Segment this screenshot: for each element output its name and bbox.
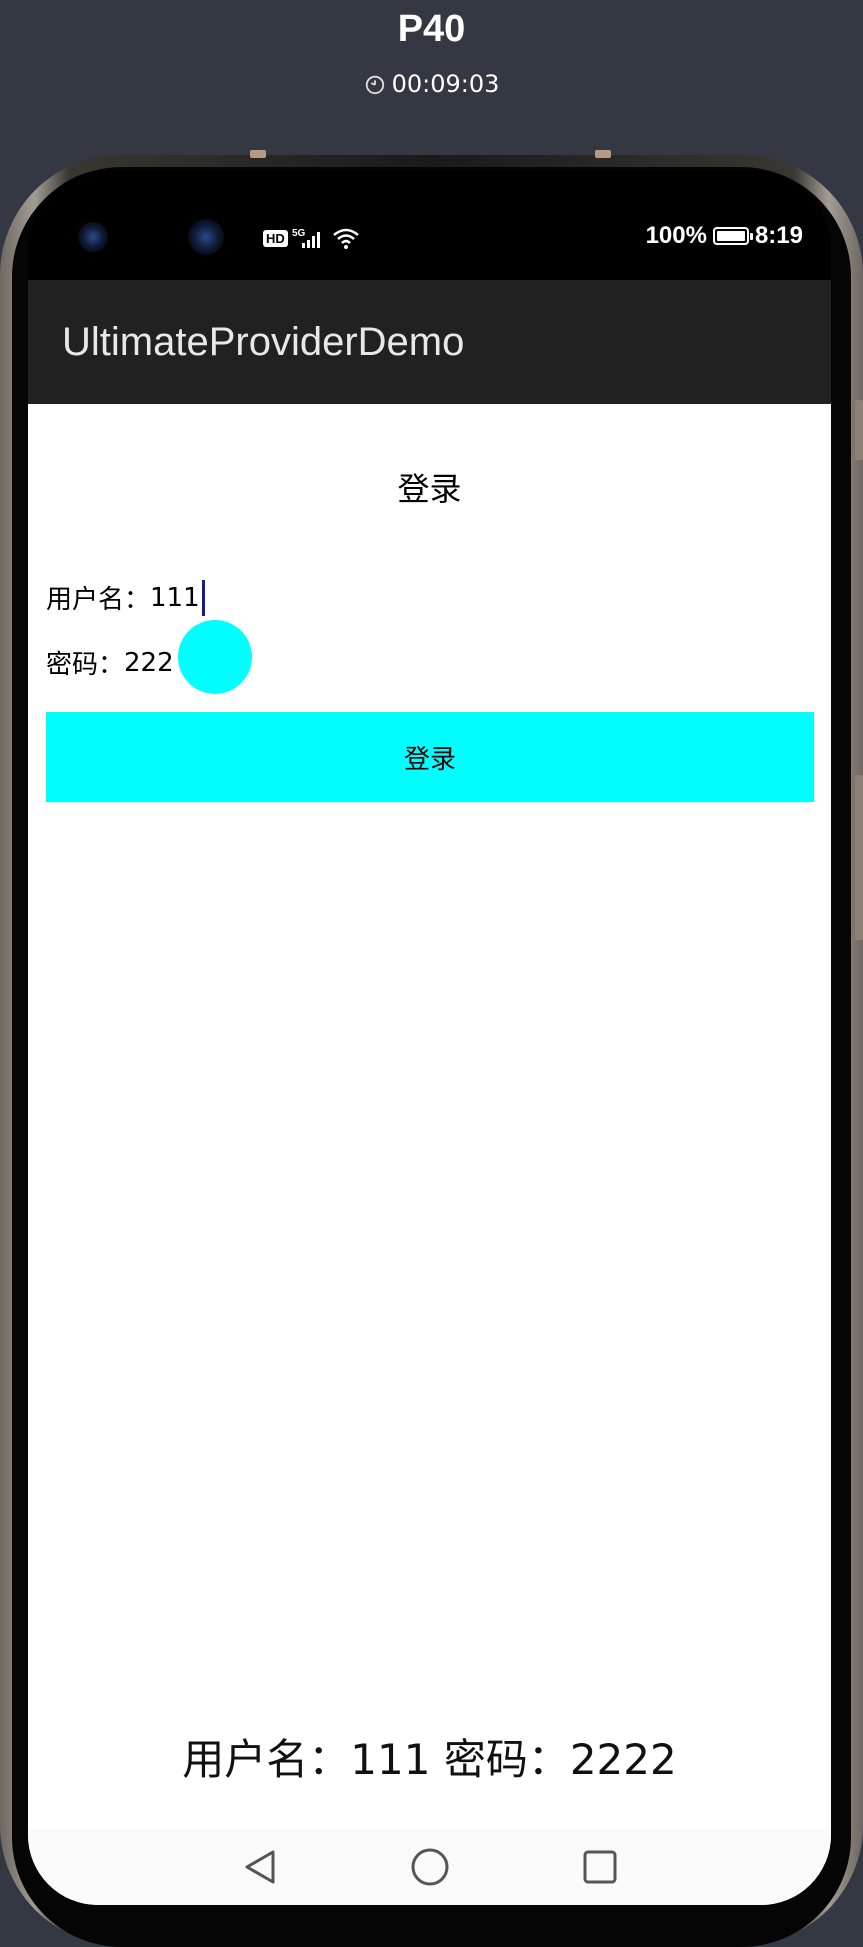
status-bar: HD 5G 100% 8:19 xyxy=(28,170,831,280)
home-circle-icon xyxy=(411,1848,448,1886)
front-camera-icon xyxy=(78,222,108,252)
result-text: 用户名：111 密码：2222 xyxy=(182,1735,677,1784)
touch-indicator xyxy=(178,620,252,694)
back-button[interactable] xyxy=(240,1847,280,1887)
app-bar: UltimateProviderDemo xyxy=(28,280,831,404)
recording-timer: 00:09:03 xyxy=(0,70,863,98)
wifi-icon xyxy=(332,228,359,249)
username-field[interactable]: 用户名： 111 xyxy=(46,579,205,616)
phone-side-button xyxy=(855,400,863,460)
status-indicators: HD 5G xyxy=(263,226,360,250)
login-button[interactable]: 登录 xyxy=(46,712,814,802)
app-title: UltimateProviderDemo xyxy=(62,319,465,364)
battery-percent: 100% xyxy=(645,222,707,249)
home-button[interactable] xyxy=(410,1847,450,1887)
device-name: P40 xyxy=(397,8,466,50)
back-triangle-icon xyxy=(245,1850,274,1884)
battery-icon xyxy=(712,227,753,245)
hd-badge: HD xyxy=(263,229,288,247)
svg-text:5G: 5G xyxy=(292,228,306,239)
text-cursor xyxy=(201,579,205,616)
clock: 8:19 xyxy=(754,222,803,249)
recents-square-icon xyxy=(583,1850,616,1884)
phone-side-button xyxy=(855,775,863,940)
timer-value: 00:09:03 xyxy=(391,70,500,98)
username-label: 用户名： xyxy=(46,585,151,615)
phone-top-button xyxy=(250,150,266,158)
recorder-header: P40 00:09:03 xyxy=(0,0,863,150)
password-label: 密码： xyxy=(46,650,125,680)
battery-level xyxy=(716,231,745,241)
username-input[interactable]: 111 xyxy=(150,583,200,613)
status-right: 100% 8:19 xyxy=(646,222,803,250)
front-camera-icon xyxy=(188,219,224,255)
phone-screen: HD 5G 100% 8:19 UltimateProviderDemo 登录 … xyxy=(28,170,831,1905)
form-title: 登录 xyxy=(397,470,462,508)
signal-icon: 5G xyxy=(292,228,320,248)
password-field[interactable]: 密码： 222 xyxy=(46,644,174,681)
recents-button[interactable] xyxy=(580,1847,620,1887)
timer-icon xyxy=(365,75,384,95)
phone-top-button xyxy=(595,150,611,158)
navigation-bar xyxy=(28,1829,831,1905)
password-input[interactable]: 222 xyxy=(124,648,174,678)
login-form: 登录 用户名： 111 密码： 222 登录 用户名：111 密码：2222 xyxy=(28,404,831,1905)
